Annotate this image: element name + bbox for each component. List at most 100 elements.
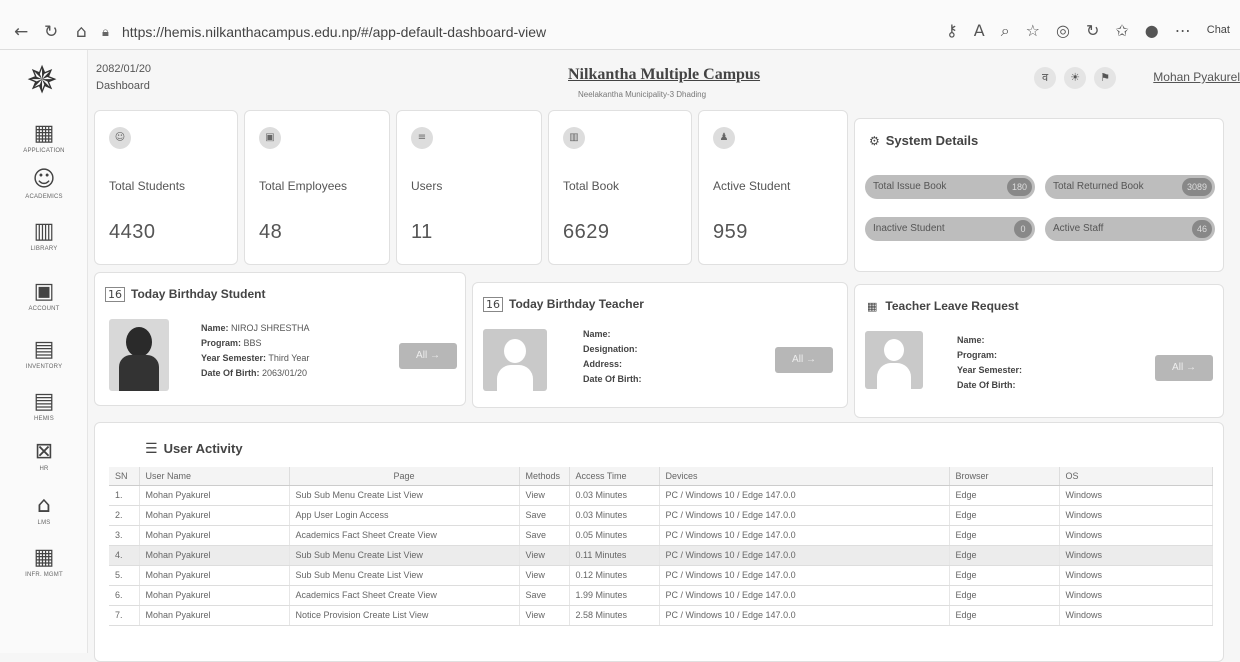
key-icon[interactable]: ⚷ xyxy=(946,21,958,41)
birthday-teacher-card: 16 Today Birthday Teacher Name: Designati… xyxy=(472,282,848,408)
stat-value: 4430 xyxy=(109,221,156,243)
cell-os: Windows xyxy=(1059,485,1213,506)
name-label: Name: xyxy=(201,323,229,333)
zoom-icon[interactable]: ⌕ xyxy=(1001,21,1010,41)
copilot-chat-button[interactable]: Chat xyxy=(1207,24,1230,41)
extension-icon[interactable]: ◎ xyxy=(1056,21,1070,41)
cell-page: Academics Fact Sheet Create View xyxy=(289,585,520,606)
pill-label: Total Issue Book xyxy=(873,181,947,192)
user-menu[interactable]: Mohan Pyakurel xyxy=(1153,70,1240,84)
calendar-icon: 16 xyxy=(483,297,503,312)
campus-name: Nilkantha Multiple Campus xyxy=(568,66,761,83)
birthday-teacher-title: Today Birthday Teacher xyxy=(509,297,644,311)
birthday-student-all-button[interactable]: All → xyxy=(399,343,457,369)
current-date: 2082/01/20 xyxy=(96,63,152,75)
teacher-photo-placeholder xyxy=(483,329,547,391)
system-details-title-text: System Details xyxy=(885,133,979,148)
page-header: 2082/01/20 Dashboard Nilkantha Multiple … xyxy=(88,50,1240,106)
student-dob: 2063/01/20 xyxy=(262,368,308,378)
pill-label: Inactive Student xyxy=(873,223,945,234)
read-aloud-icon[interactable]: A xyxy=(974,21,985,41)
sidebar-item-academics[interactable]: ☺ ACADEMICS xyxy=(0,168,88,201)
sidebar-item-hr[interactable]: ⊠ HR xyxy=(0,439,88,473)
birthday-teacher-all-button[interactable]: All → xyxy=(775,347,833,373)
cell-user: Mohan Pyakurel xyxy=(139,585,290,606)
language-icon[interactable]: व xyxy=(1034,67,1056,89)
cell-user: Mohan Pyakurel xyxy=(139,545,290,566)
birthday-student-details: Name: NIROJ SHRESTHA Program: BBS Year S… xyxy=(201,321,310,381)
cell-os: Windows xyxy=(1059,605,1213,626)
refresh-extension-icon[interactable]: ↻ xyxy=(1086,21,1099,41)
column-header: Methods xyxy=(519,467,570,486)
site-info-icon[interactable]: 🔒︎ xyxy=(102,20,109,44)
stat-label: Total Employees xyxy=(259,179,348,193)
cell-os: Windows xyxy=(1059,585,1213,606)
back-icon[interactable]: ← xyxy=(14,22,28,42)
hr-icon: ⊠ xyxy=(34,439,54,464)
stat-value: 48 xyxy=(259,221,283,243)
campus-logo-icon: ✵ xyxy=(26,58,58,102)
leave-request-all-button[interactable]: All → xyxy=(1155,355,1213,381)
sidebar-item-lms[interactable]: ⌂ LMS xyxy=(0,494,88,527)
cell-sn: 3. xyxy=(109,525,140,546)
cell-browser: Edge xyxy=(949,525,1060,546)
favorites-icon[interactable]: ✩ xyxy=(1115,21,1128,41)
home-icon[interactable]: ⌂ xyxy=(76,22,87,42)
theme-toggle-icon[interactable]: ☀ xyxy=(1064,67,1086,89)
student-program: BBS xyxy=(243,338,262,348)
address-bar[interactable]: 🔒︎ https://hemis.nilkanthacampus.edu.np/… xyxy=(100,20,720,44)
stat-card-total-students[interactable]: ☺ Total Students 4430 xyxy=(94,110,238,265)
account-icon: ▣ xyxy=(33,279,55,304)
cell-page: Notice Provision Create List View xyxy=(289,605,520,626)
stat-card-total-book[interactable]: ▥ Total Book 6629 xyxy=(548,110,692,265)
student-name: NIROJ SHRESTHA xyxy=(231,323,310,333)
more-icon[interactable]: ⋯ xyxy=(1175,21,1191,41)
cell-method: View xyxy=(519,545,570,566)
year-label: Year Semester: xyxy=(201,353,267,363)
sidebar-item-inventory[interactable]: ▤ INVENTORY xyxy=(0,338,88,371)
book-icon: ▥ xyxy=(563,127,585,149)
table-row: 2. Mohan Pyakurel App User Login Access Sav… xyxy=(109,505,1213,526)
total-returned-book-pill: Total Returned Book 3089 xyxy=(1045,175,1215,199)
cell-browser: Edge xyxy=(949,505,1060,526)
system-details-card: ⚙ System Details Total Issue Book 180 Tota… xyxy=(854,118,1224,272)
cell-sn: 2. xyxy=(109,505,140,526)
sidebar-item-hemis[interactable]: ▤ HEMIS xyxy=(0,390,88,423)
table-row: 1. Mohan Pyakurel Sub Sub Menu Create List… xyxy=(109,485,1213,506)
campus-address: Neelakantha Municipality-3 Dhading xyxy=(578,90,707,99)
stat-card-users[interactable]: ≡ Users 11 xyxy=(396,110,542,265)
sidebar-item-application[interactable]: ▦ APPLICATION xyxy=(0,122,88,155)
system-icon: ⚙ xyxy=(869,134,880,148)
cell-page: Sub Sub Menu Create List View xyxy=(289,545,520,566)
placeholder-head xyxy=(504,339,526,363)
cell-user: Mohan Pyakurel xyxy=(139,485,290,506)
cell-page: App User Login Access xyxy=(289,505,520,526)
table-header-row: SN User Name Page Methods Access Time De… xyxy=(109,467,1213,486)
sidebar-item-library[interactable]: ▥ LIBRARY xyxy=(0,220,88,253)
total-issue-book-pill: Total Issue Book 180 xyxy=(865,175,1035,199)
stat-card-total-employees[interactable]: ▣ Total Employees 48 xyxy=(244,110,390,265)
stat-label: Total Book xyxy=(563,179,620,193)
leave-request-details: Name: Program: Year Semester: Date Of Bi… xyxy=(957,333,1022,393)
employees-icon: ▣ xyxy=(259,127,281,149)
cell-sn: 5. xyxy=(109,565,140,586)
stat-card-active-student[interactable]: ♟ Active Student 959 xyxy=(698,110,848,265)
sidebar-item-infr-mgmt[interactable]: ▦ INFR. MGMT xyxy=(0,545,88,579)
cell-device: PC / Windows 10 / Edge 147.0.0 xyxy=(659,565,950,586)
students-icon: ☺ xyxy=(109,127,131,149)
cell-browser: Edge xyxy=(949,485,1060,506)
cell-device: PC / Windows 10 / Edge 147.0.0 xyxy=(659,485,950,506)
sidebar-item-account[interactable]: ▣ ACCOUNT xyxy=(0,279,88,313)
refresh-icon[interactable]: ↻ xyxy=(44,22,58,42)
favorite-star-icon[interactable]: ☆ xyxy=(1026,21,1040,41)
infrastructure-icon: ▦ xyxy=(33,545,55,570)
student-photo-body xyxy=(119,355,159,391)
cell-method: Save xyxy=(519,505,570,526)
name-label: Name: xyxy=(583,329,611,339)
list-icon: ☰ xyxy=(145,441,158,457)
notification-icon[interactable]: ⚑ xyxy=(1094,67,1116,89)
table-row: 5. Mohan Pyakurel Sub Sub Menu Create List… xyxy=(109,565,1213,586)
cell-page: Academics Fact Sheet Create View xyxy=(289,525,520,546)
inactive-student-pill: Inactive Student 0 xyxy=(865,217,1035,241)
profile-icon[interactable]: ● xyxy=(1145,21,1159,41)
